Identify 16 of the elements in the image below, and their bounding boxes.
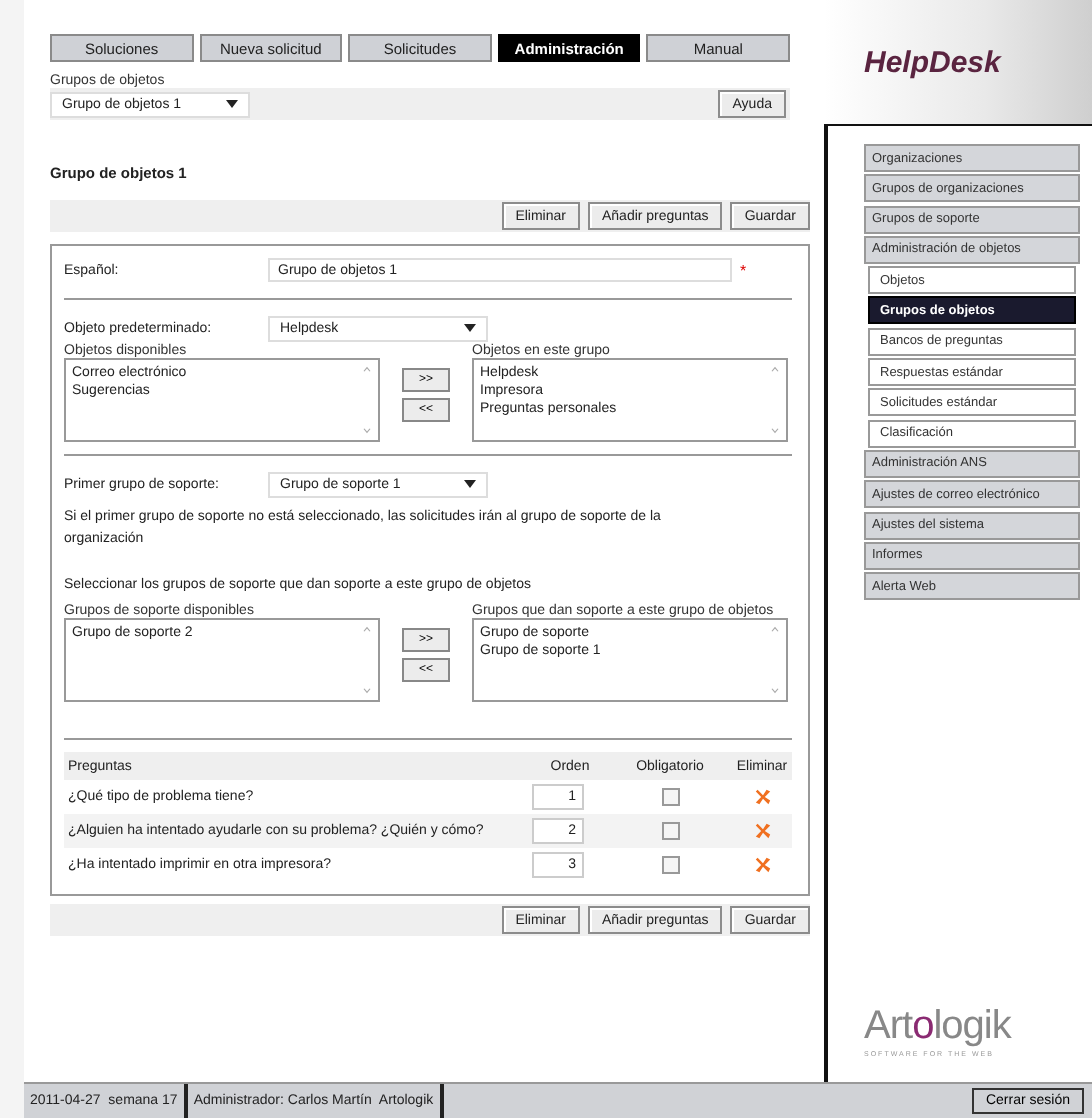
caret-icon — [226, 100, 238, 108]
mandatory-checkbox[interactable] — [661, 788, 679, 806]
scrollbar-icon — [362, 364, 372, 436]
required-mark: * — [740, 261, 747, 279]
scrollbar-icon — [770, 624, 780, 696]
logo-text: HelpDesk — [864, 45, 1001, 79]
mandatory-checkbox[interactable] — [661, 856, 679, 874]
delete-icon[interactable] — [753, 856, 771, 874]
delete-icon[interactable] — [753, 788, 771, 806]
mandatory-checkbox[interactable] — [661, 822, 679, 840]
brand-name: Artologik — [864, 1004, 1011, 1050]
scrollbar-icon — [362, 624, 372, 696]
caret-icon — [464, 480, 476, 488]
caret-icon — [464, 324, 476, 332]
delete-icon[interactable] — [753, 822, 771, 840]
scrollbar-icon — [770, 364, 780, 436]
